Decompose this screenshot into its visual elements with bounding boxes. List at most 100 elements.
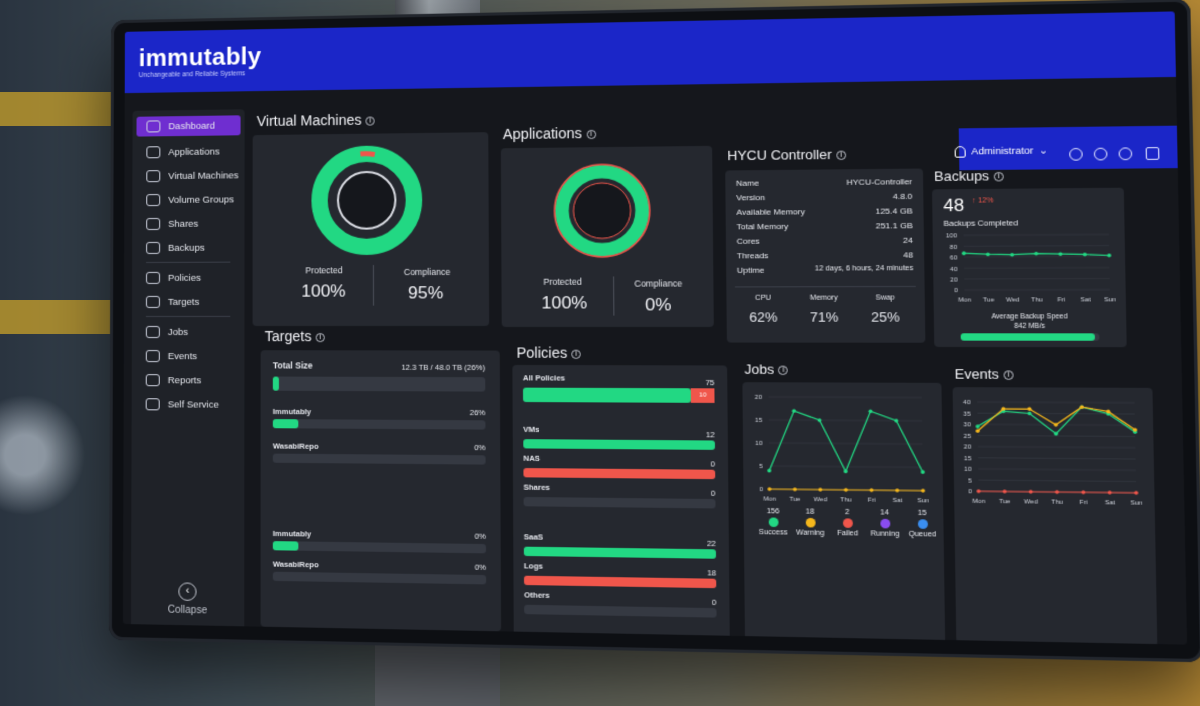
- data-point: [1107, 490, 1112, 495]
- data-point: [1034, 251, 1039, 256]
- sidebar-item-jobs[interactable]: Jobs: [132, 322, 245, 342]
- grid-line: [769, 466, 922, 467]
- policies-title: Policies: [516, 344, 568, 361]
- section-title-policies: Policies i: [516, 344, 582, 361]
- info-icon[interactable]: i: [365, 116, 375, 126]
- sidebar-item-self-service[interactable]: Self Service: [132, 394, 245, 415]
- jobs-legend-item[interactable]: 14 Running: [866, 509, 904, 538]
- policy-value: 12: [705, 429, 715, 440]
- share-icon: [146, 217, 161, 231]
- data-point: [1002, 489, 1007, 494]
- policy-bar: [523, 546, 717, 559]
- globe-icon[interactable]: [1093, 147, 1108, 161]
- y-tick-label: 100: [946, 234, 958, 240]
- section-title-backups: Backups i: [934, 168, 1004, 184]
- divider: [613, 276, 615, 316]
- y-tick-label: 15: [755, 418, 763, 424]
- sidebar-item-label: Targets: [167, 296, 200, 308]
- sidebar-item-shares[interactable]: Shares: [132, 213, 244, 234]
- target-name: WasabiRepo: [272, 441, 319, 451]
- backups-line-chart: 100 80 60 40 20 0 Mon Tue Wed Thu Fri Sat Sun: [946, 228, 1116, 304]
- vms-donut-gap: [360, 154, 374, 155]
- y-tick-label: 10: [964, 467, 972, 473]
- apps-protected-label: Protected: [543, 276, 582, 287]
- sidebar-item-backups[interactable]: Backups: [132, 237, 244, 258]
- vms-protected-label: Protected: [305, 265, 343, 276]
- sidebar-item-dashboard[interactable]: Dashboard: [136, 115, 241, 137]
- backup-speed-value: 842 MB/s: [1014, 322, 1046, 331]
- jobs-legend-item[interactable]: 2 Failed: [829, 509, 867, 538]
- data-point: [843, 469, 848, 474]
- grid-line: [769, 443, 922, 444]
- y-tick-label: 80: [950, 245, 958, 251]
- sidebar-item-virtual-machines[interactable]: Virtual Machines: [132, 165, 244, 186]
- sidebar-item-policies[interactable]: Policies: [132, 268, 244, 288]
- legend-label: Running: [870, 530, 900, 539]
- grid-line: [977, 402, 1134, 403]
- brand-logo[interactable]: immutably: [139, 43, 262, 73]
- user-menu[interactable]: Administrator ⌄: [954, 145, 1048, 158]
- apps-donut: [501, 154, 713, 269]
- info-icon[interactable]: i: [571, 349, 582, 359]
- settings-icon[interactable]: [1069, 147, 1083, 161]
- legend-count: 18: [805, 508, 815, 516]
- y-tick-label: 5: [759, 464, 763, 470]
- y-tick-label: 0: [759, 487, 763, 493]
- sidebar-item-volume-groups[interactable]: Volume Groups: [132, 189, 244, 210]
- y-tick-label: 0: [968, 490, 973, 496]
- sidebar-item-reports[interactable]: Reports: [132, 370, 245, 391]
- jobs-legend-item[interactable]: 18 Warning: [791, 508, 828, 537]
- hycu-row-key: Cores: [736, 236, 760, 246]
- hycu-row-key: Version: [736, 192, 766, 203]
- info-icon[interactable]: i: [778, 365, 789, 376]
- sidebar-item-applications[interactable]: Applications: [132, 141, 244, 162]
- targets-total-label: Total Size: [272, 360, 313, 371]
- jobs-legend-item[interactable]: 15 Queued: [903, 510, 941, 539]
- sidebar-item-label: Policies: [168, 272, 201, 284]
- data-point: [1027, 411, 1032, 416]
- data-point: [869, 488, 874, 493]
- info-icon[interactable]: i: [1003, 370, 1014, 380]
- backups-completed-label: Backups Completed: [943, 218, 1019, 229]
- data-point: [921, 488, 926, 493]
- logout-icon[interactable]: [1145, 147, 1160, 160]
- sidebar-item-label: Reports: [167, 374, 202, 386]
- x-tick-label: Mon: [958, 297, 971, 303]
- policy-bar: [524, 604, 717, 618]
- hycu-row-key: Total Memory: [736, 221, 789, 232]
- info-icon[interactable]: i: [586, 129, 596, 139]
- backups-card: 48 ↑ 12% Backups Completed 100 80 60 40 20 0 M…: [932, 187, 1127, 348]
- info-icon[interactable]: i: [836, 150, 846, 161]
- x-tick-label: Sun: [917, 498, 929, 505]
- hycu-row-value: 125.4 GB: [875, 206, 913, 216]
- collapse-button[interactable]: ‹ Collapse: [131, 582, 244, 618]
- policy-value: 18: [707, 568, 717, 578]
- data-point: [817, 418, 822, 423]
- apps-compliance-label: Compliance: [634, 278, 683, 289]
- policy-bar-fill: [523, 468, 716, 480]
- hycu-row-value: 12 days, 6 hours, 24 minutes: [814, 264, 914, 273]
- info-icon[interactable]: i: [993, 171, 1004, 182]
- jobs-legend-item[interactable]: 156 Success: [754, 508, 791, 537]
- section-title-jobs: Jobs i: [744, 361, 789, 378]
- section-title-events: Events i: [954, 366, 1014, 383]
- hycu-stat-value: 71%: [809, 309, 839, 325]
- sidebar-item-events[interactable]: Events: [132, 346, 245, 366]
- data-point: [894, 418, 899, 423]
- events-title: Events: [954, 366, 999, 383]
- jobs-title: Jobs: [744, 361, 775, 378]
- x-tick-label: Fri: [1080, 500, 1088, 507]
- apps-compliance-value: 0%: [645, 294, 672, 315]
- x-tick-label: Thu: [840, 497, 851, 503]
- hycu-row-key: Threads: [736, 250, 769, 261]
- hycu-card: Name HYCU-Controller Version 4.8.0 Available…: [725, 168, 926, 343]
- info-icon[interactable]: i: [315, 332, 325, 342]
- bucket-icon[interactable]: [1118, 147, 1133, 161]
- brand-tagline: Unchangeable and Reliable Systems: [138, 70, 246, 80]
- target-bar-fill: [272, 419, 299, 429]
- data-point: [767, 468, 772, 473]
- backups-title: Backups: [933, 167, 990, 185]
- apps-icon: [146, 146, 161, 159]
- sidebar-item-targets[interactable]: Targets: [132, 292, 245, 312]
- bell-icon[interactable]: [954, 146, 966, 158]
